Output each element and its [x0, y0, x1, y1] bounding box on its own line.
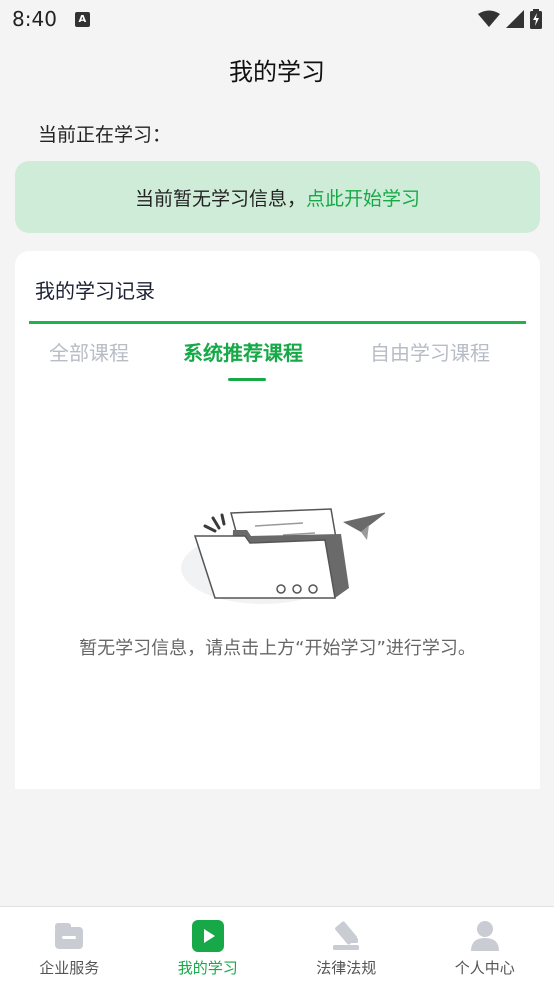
status-bar: 8:40 A [0, 0, 554, 38]
gavel-icon [329, 919, 363, 953]
user-icon [468, 919, 502, 953]
wifi-icon [478, 10, 500, 27]
current-learning-label: 当前正在学习： [38, 124, 172, 146]
records-tabs: 全部课程 系统推荐课程 自由学习课程 [15, 337, 540, 387]
tab-recommended-courses[interactable]: 系统推荐课程 [183, 337, 303, 366]
nav-label: 法律法规 [316, 959, 377, 977]
tab-all-courses[interactable]: 全部课程 [49, 337, 129, 366]
nav-item-personal-center[interactable]: 个人中心 [416, 907, 554, 984]
status-icons [478, 9, 542, 29]
empty-state-text: 暂无学习信息，请点击上方“开始学习”进行学习。 [79, 638, 476, 659]
nav-label: 个人中心 [454, 959, 515, 977]
status-time: 8:40 [12, 7, 57, 31]
a-letter-icon: A [74, 11, 90, 27]
nav-item-laws-regulations[interactable]: 法律法规 [277, 907, 416, 984]
tab-free-courses[interactable]: 自由学习课程 [370, 337, 490, 366]
empty-folder-illustration [181, 508, 385, 604]
briefcase-icon [52, 919, 86, 953]
nav-label: 企业服务 [39, 959, 100, 977]
current-learning-banner[interactable]: 当前暂无学习信息， 点此开始学习 [15, 161, 540, 233]
bottom-nav: 企业服务 我的学习 法律法规 个人中心 [0, 906, 554, 984]
records-title: 我的学习记录 [35, 279, 155, 303]
active-tab-indicator [228, 378, 266, 381]
start-learning-link[interactable]: 点此开始学习 [306, 184, 420, 211]
signal-icon [506, 10, 524, 28]
learning-records-card: 我的学习记录 全部课程 系统推荐课程 自由学习课程 暂无学习信息，请点击上方“开… [15, 251, 540, 789]
records-divider [29, 321, 526, 324]
banner-text: 当前暂无学习信息， [134, 187, 306, 210]
battery-charging-icon [530, 9, 542, 29]
nav-item-my-learning[interactable]: 我的学习 [139, 907, 278, 984]
page-title: 我的学习 [229, 58, 325, 86]
play-icon [191, 919, 225, 953]
nav-item-enterprise-services[interactable]: 企业服务 [0, 907, 139, 984]
nav-label: 我的学习 [177, 959, 238, 977]
